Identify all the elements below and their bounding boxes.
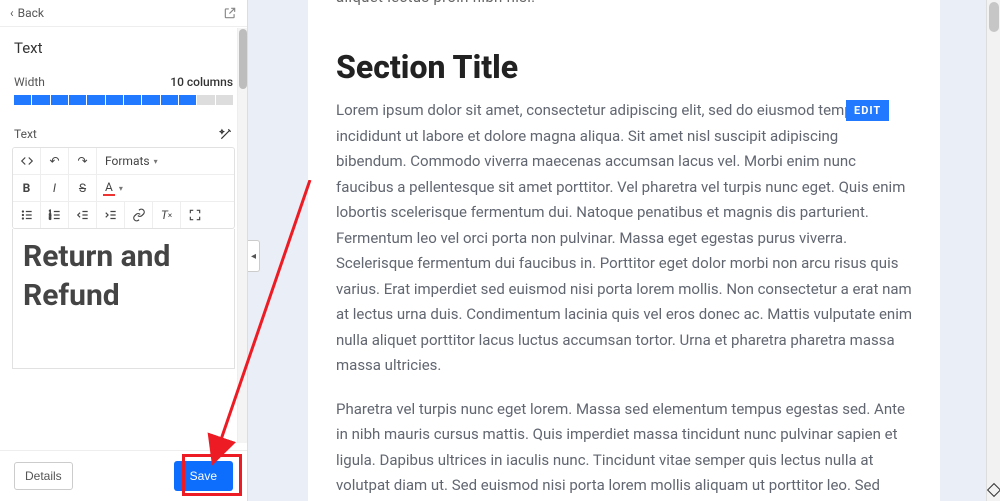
main-scrollbar-thumb[interactable] [989,2,999,32]
font-color-dropdown[interactable]: A▾ [97,175,129,201]
editor-content: Return and Refund [23,237,224,315]
sidebar-footer: Details Save [0,450,247,501]
indent-button[interactable] [97,202,125,228]
main-scrollbar[interactable] [986,0,1000,501]
bullet-list-button[interactable] [13,202,41,228]
width-slider[interactable] [0,93,247,117]
editor-textarea[interactable]: Return and Refund [12,229,235,369]
paragraph-2: Pharetra vel turpis nunc eget lorem. Mas… [336,397,912,501]
strikethrough-button[interactable]: S [69,175,97,201]
bold-button[interactable]: B [13,175,41,201]
formats-dropdown[interactable]: Formats▾ [97,148,166,174]
chevron-left-icon: ‹ [10,6,14,20]
chevron-down-icon: ▾ [119,184,123,193]
main-canvas: aliquet lectus proin nibh nisl. Section … [248,0,1000,501]
width-value: 10 columns [170,75,233,89]
chevron-down-icon: ▾ [154,157,158,166]
external-link-icon[interactable] [223,6,237,20]
text-row: Text [0,117,247,147]
partial-line: aliquet lectus proin nibh nisl. [336,0,912,6]
fullscreen-button[interactable] [181,202,209,228]
diamond-icon [987,483,1000,497]
text-label: Text [14,127,37,141]
sidebar: ‹ Back Text Width 10 columns Text ↶ ↷ Fo… [0,0,248,501]
outdent-button[interactable] [69,202,97,228]
back-label: Back [18,6,44,20]
italic-button[interactable]: I [41,175,69,201]
source-code-button[interactable] [13,148,41,174]
back-button[interactable]: ‹ Back [10,6,44,20]
link-button[interactable] [125,202,153,228]
sidebar-scrollbar[interactable] [237,28,247,443]
panel-title: Text [0,27,247,65]
collapse-sidebar-button[interactable]: ◂ [248,240,260,272]
width-label: Width [14,75,45,89]
width-row: Width 10 columns [0,65,247,93]
clear-formatting-button[interactable]: T× [153,202,181,228]
editor-toolbar: ↶ ↷ Formats▾ B I S A▾ 123 T× [12,147,235,229]
redo-button[interactable]: ↷ [69,148,97,174]
numbered-list-button[interactable]: 123 [41,202,69,228]
svg-text:3: 3 [49,217,51,221]
save-button[interactable]: Save [174,461,233,491]
section-title: Section Title [336,48,912,86]
edit-badge[interactable]: EDIT [846,100,889,121]
page-content: aliquet lectus proin nibh nisl. Section … [308,0,940,501]
magic-wand-icon[interactable] [219,127,233,141]
undo-button[interactable]: ↶ [41,148,69,174]
paragraph-1: Lorem ipsum dolor sit amet, consectetur … [336,98,912,379]
sidebar-header: ‹ Back [0,0,247,27]
details-button[interactable]: Details [14,462,73,490]
sidebar-scrollbar-thumb[interactable] [239,29,247,89]
